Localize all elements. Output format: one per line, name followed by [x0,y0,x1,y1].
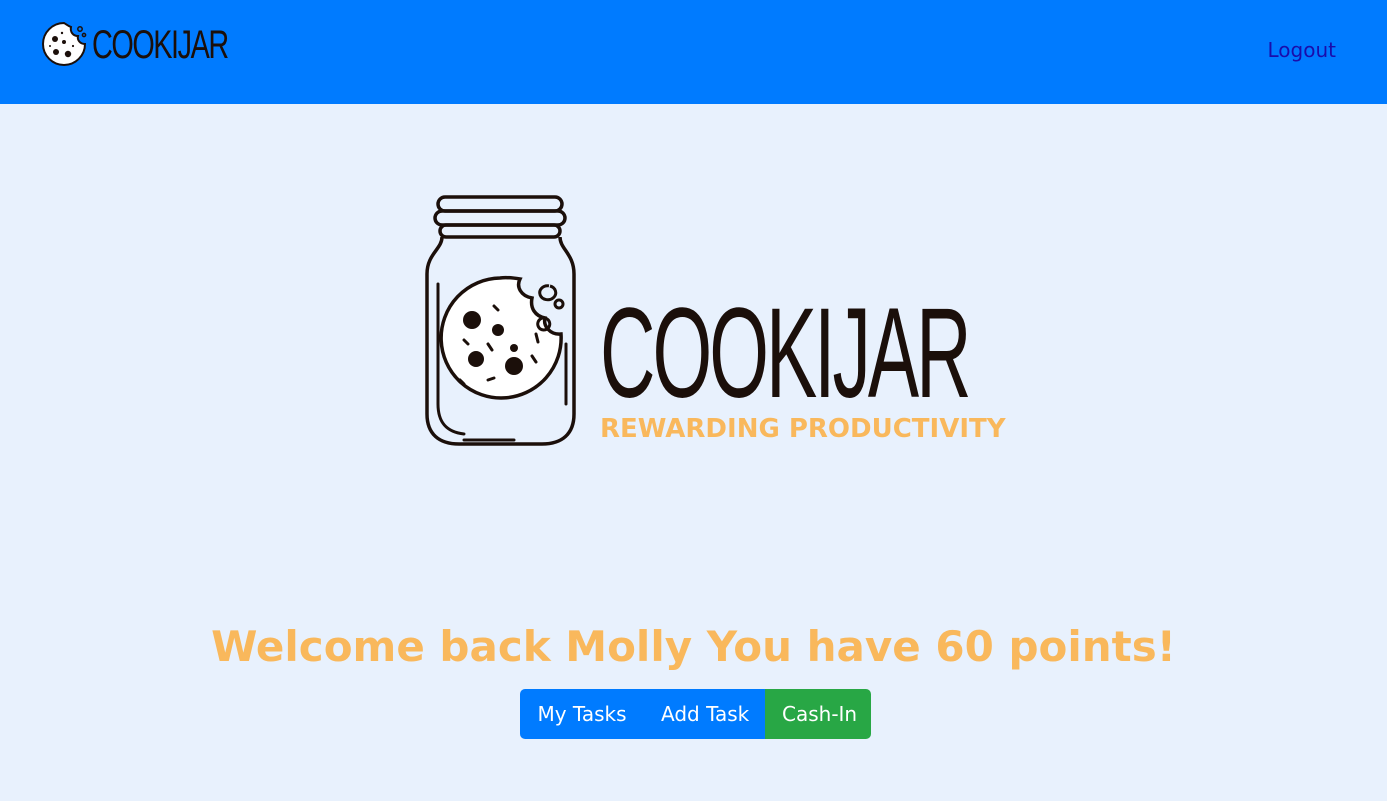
add-task-button[interactable]: Add Task [644,689,765,739]
hero-title: COOKIJAR [600,282,972,425]
brand-logo-link[interactable]: COOKIJAR [40,20,280,70]
cash-in-button[interactable]: Cash-In [765,689,871,739]
logout-link[interactable]: Logout [1268,38,1336,62]
action-button-group: My Tasks Add Task Cash-In [520,689,871,739]
brand-text: COOKIJAR [92,23,229,67]
hero-logo: COOKIJAR REWARDING PRODUCTIVITY [424,194,1006,454]
cookie-icon [42,21,87,66]
welcome-message: Welcome back Molly You have 60 points! [211,622,1176,671]
cookie-jar-icon [425,195,576,446]
my-tasks-button[interactable]: My Tasks [520,689,644,739]
hero-tagline: REWARDING PRODUCTIVITY [600,414,1006,444]
top-navbar: COOKIJAR Logout [0,0,1387,104]
